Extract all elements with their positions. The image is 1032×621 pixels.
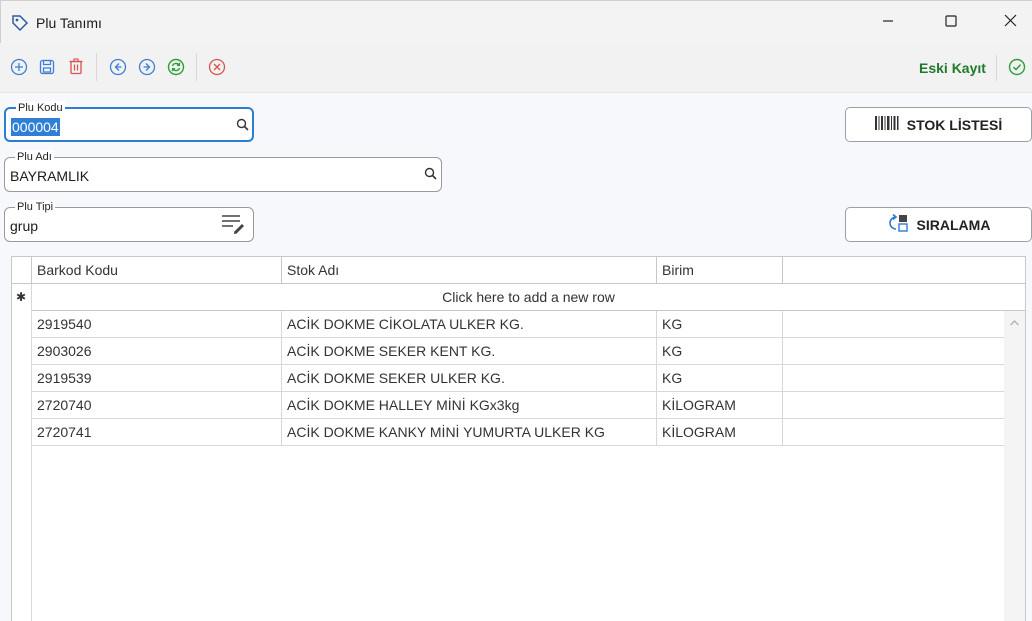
tag-icon — [10, 13, 30, 33]
add-new-row[interactable]: Click here to add a new row — [32, 284, 1025, 311]
save-icon — [39, 59, 55, 78]
column-header-barcode[interactable]: Barkod Kodu — [32, 257, 282, 284]
scroll-up-icon[interactable] — [1009, 315, 1020, 326]
table-row[interactable]: 2903026 ACİK DOKME SEKER KENT KG. KG — [32, 338, 1004, 365]
column-header-empty — [783, 257, 1025, 284]
grid-header: Barkod Kodu Stok Adı Birim — [12, 257, 1025, 284]
next-button[interactable] — [136, 57, 158, 79]
column-header-unit[interactable]: Birim — [657, 257, 783, 284]
stock-name-cell[interactable]: ACİK DOKME SEKER ULKER KG. — [282, 365, 657, 392]
window-title: Plu Tanımı — [36, 15, 102, 31]
unit-cell[interactable]: KG — [657, 365, 783, 392]
toolbar-separator — [996, 55, 997, 81]
table-row[interactable]: 2720741 ACİK DOKME KANKY MİNİ YUMURTA UL… — [32, 419, 1004, 446]
column-header-stock-name[interactable]: Stok Adı — [282, 257, 657, 284]
search-icon[interactable] — [423, 166, 439, 182]
plu-code-value[interactable]: 000004 — [11, 118, 60, 136]
table-row[interactable]: 2720740 ACİK DOKME HALLEY MİNİ KGx3kg Kİ… — [32, 392, 1004, 419]
barcode-cell[interactable]: 2720741 — [32, 419, 282, 446]
unit-cell[interactable]: KG — [657, 311, 783, 338]
new-row-marker: ✱ — [16, 290, 27, 304]
maximize-icon — [945, 14, 957, 30]
previous-icon — [109, 58, 127, 79]
search-icon[interactable] — [235, 117, 251, 133]
barcode-cell[interactable]: 2919539 — [32, 365, 282, 392]
check-circle-icon — [1008, 58, 1026, 79]
row-indicator-column — [12, 284, 32, 621]
toolbar: Eski Kayıt — [0, 43, 1032, 93]
table-row[interactable]: 2919540 ACİK DOKME CİKOLATA ULKER KG. KG — [32, 311, 1004, 338]
cancel-icon — [208, 58, 226, 79]
close-button[interactable] — [987, 1, 1032, 43]
header-indicator — [12, 257, 32, 284]
confirm-button[interactable] — [1006, 57, 1028, 79]
save-button[interactable] — [36, 57, 58, 79]
add-icon — [10, 58, 28, 79]
minimize-icon — [882, 14, 894, 30]
maximize-button[interactable] — [928, 1, 974, 43]
previous-button[interactable] — [107, 57, 129, 79]
plu-type-field[interactable]: Plu Tipi grup — [4, 200, 254, 242]
plu-type-value[interactable]: grup — [10, 217, 38, 235]
table-row[interactable]: 2919539 ACİK DOKME SEKER ULKER KG. KG — [32, 365, 1004, 392]
next-icon — [138, 58, 156, 79]
stock-list-label: STOK LİSTESİ — [906, 116, 1003, 133]
unit-cell[interactable]: KİLOGRAM — [657, 392, 783, 419]
reorder-icon — [887, 213, 909, 236]
vertical-scrollbar[interactable] — [1004, 311, 1025, 621]
minimize-button[interactable] — [865, 1, 911, 43]
stock-name-cell[interactable]: ACİK DOKME CİKOLATA ULKER KG. — [282, 311, 657, 338]
add-button[interactable] — [8, 57, 30, 79]
toolbar-separator — [96, 53, 97, 81]
cancel-button[interactable] — [206, 57, 228, 79]
barcode-cell[interactable]: 2903026 — [32, 338, 282, 365]
stock-name-cell[interactable]: ACİK DOKME SEKER KENT KG. — [282, 338, 657, 365]
barcode-icon — [874, 116, 899, 133]
plu-name-value[interactable]: BAYRAMLIK — [10, 167, 89, 185]
plu-code-label: Plu Kodu — [16, 101, 65, 115]
record-status-label: Eski Kayıt — [919, 60, 986, 76]
barcode-cell[interactable]: 2720740 — [32, 392, 282, 419]
refresh-icon — [167, 58, 185, 79]
delete-button[interactable] — [65, 57, 87, 79]
toolbar-separator — [196, 53, 197, 81]
stock-name-cell[interactable]: ACİK DOKME HALLEY MİNİ KGx3kg — [282, 392, 657, 419]
plu-items-grid: Barkod Kodu Stok Adı Birim ✱ Click here … — [11, 256, 1026, 621]
plu-name-label: Plu Adı — [15, 150, 54, 164]
sort-button[interactable]: SIRALAMA — [845, 207, 1032, 242]
close-icon — [1004, 14, 1017, 30]
stock-name-cell[interactable]: ACİK DOKME KANKY MİNİ YUMURTA ULKER KG — [282, 419, 657, 446]
plu-name-field[interactable]: Plu Adı BAYRAMLIK — [4, 150, 442, 192]
unit-cell[interactable]: KG — [657, 338, 783, 365]
plu-type-label: Plu Tipi — [15, 200, 56, 214]
sort-label: SIRALAMA — [916, 216, 991, 233]
delete-icon — [68, 58, 84, 78]
list-edit-icon[interactable] — [221, 212, 247, 236]
refresh-button[interactable] — [165, 57, 187, 79]
title-bar: Plu Tanımı — [0, 0, 1032, 43]
plu-code-field[interactable]: Plu Kodu 000004 — [4, 101, 254, 142]
barcode-cell[interactable]: 2919540 — [32, 311, 282, 338]
unit-cell[interactable]: KİLOGRAM — [657, 419, 783, 446]
stock-list-button[interactable]: STOK LİSTESİ — [845, 107, 1032, 142]
